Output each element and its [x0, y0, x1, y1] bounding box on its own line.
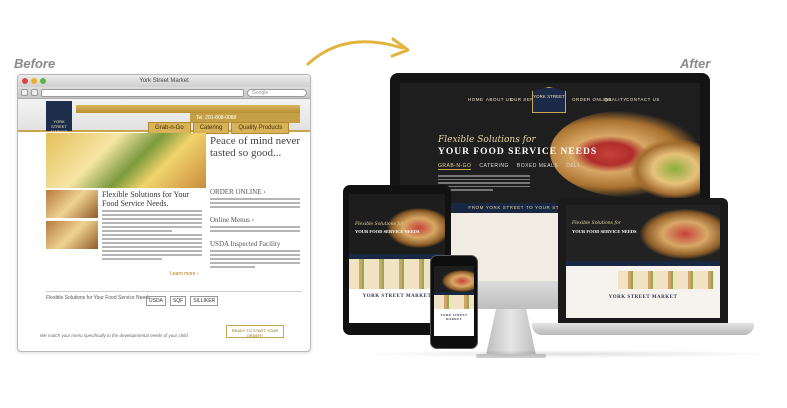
old-online-menus-link[interactable]: Online Menus ›	[210, 216, 254, 224]
back-icon[interactable]	[21, 89, 28, 96]
phone-logo: YORK STREET MARKET	[440, 313, 468, 321]
hero-subtitle-script: Flexible Solutions for	[438, 135, 536, 145]
hero-service-links: GRAB-N-GO CATERING BOXED MEALS DELI	[438, 163, 579, 170]
old-thumb-image	[46, 221, 98, 249]
phone-wraps-image	[434, 295, 474, 309]
usda-badge: USDA	[146, 296, 166, 306]
transition-arrow-icon	[306, 37, 410, 66]
nav-home[interactable]: HOME	[468, 97, 484, 102]
old-hero-image	[46, 133, 206, 188]
old-tagline: Peace of mind never tasted so good...	[210, 135, 301, 159]
laptop-subtitle-script: Flexible Solutions for	[572, 221, 621, 226]
old-body-text	[102, 210, 202, 262]
old-nav-quality-products[interactable]: Quality Products	[231, 122, 290, 134]
nav-about-us[interactable]: ABOUT US	[486, 97, 513, 102]
address-bar[interactable]	[41, 88, 244, 97]
hero-subtitle-main: YOUR FOOD SERVICE NEEDS	[438, 147, 598, 157]
tablet-subtitle-script: Flexible Solutions for	[355, 222, 404, 227]
laptop-logo: YORK STREET MARKET	[608, 295, 678, 300]
hero-paragraph	[438, 175, 530, 193]
laptop: Flexible Solutions for YOUR FOOD SERVICE…	[558, 198, 728, 323]
phone-screen: YORK STREET MARKET	[434, 266, 474, 336]
forward-icon[interactable]	[31, 89, 38, 96]
window-controls	[22, 78, 46, 84]
laptop-screen: Flexible Solutions for YOUR FOOD SERVICE…	[566, 205, 720, 318]
tablet-hero-image	[387, 208, 445, 248]
old-browser-toolbar: Google	[18, 87, 310, 99]
old-thumb-image	[46, 190, 98, 218]
smartphone: YORK STREET MARKET	[430, 255, 478, 349]
old-header-band	[76, 105, 300, 113]
old-browser-window: York Street Market Google YORK STREET MA…	[17, 74, 311, 352]
before-label: Before	[14, 56, 56, 71]
phone-hero-image	[442, 270, 474, 292]
laptop-wraps-image	[618, 271, 714, 289]
old-learn-more-link[interactable]: Learn more ›	[170, 271, 199, 277]
link-catering[interactable]: CATERING	[479, 163, 508, 170]
search-input[interactable]: Google	[247, 88, 307, 97]
link-boxed-meals[interactable]: BOXED MEALS	[517, 163, 558, 170]
laptop-base	[532, 323, 754, 335]
tablet-subtitle-main: YOUR FOOD SERVICE NEEDS	[355, 229, 420, 234]
new-site-logo[interactable]: YORK STREET	[532, 87, 566, 113]
sqf-badge: SQF	[169, 296, 187, 306]
old-window-titlebar: York Street Market	[18, 75, 310, 87]
old-usda-heading: USDA Inspected Facility	[210, 240, 281, 248]
old-bottom-text: We match your menu specifically to the d…	[40, 333, 188, 338]
laptop-hero-image	[640, 209, 720, 259]
silliker-badge: SILLIKER	[190, 296, 219, 306]
old-side-text	[210, 198, 300, 210]
old-side-text	[210, 226, 300, 234]
monitor-stand	[486, 309, 536, 355]
minimize-icon[interactable]	[31, 78, 37, 84]
after-label: After	[680, 56, 711, 71]
nav-quality[interactable]: QUALITY	[604, 97, 627, 102]
maximize-icon[interactable]	[40, 78, 46, 84]
old-cert-badges: USDA SQF SILLIKER	[146, 296, 219, 306]
old-start-order-button[interactable]: READY TO START YOUR ORDER?	[226, 325, 284, 338]
old-body-title: Flexible Solutions for Your Food Service…	[102, 190, 190, 208]
laptop-subtitle-main: YOUR FOOD SERVICE NEEDS	[572, 229, 637, 234]
nav-contact-us[interactable]: CONTACT US	[626, 97, 660, 102]
old-window-title: York Street Market	[139, 78, 189, 84]
old-order-online-link[interactable]: ORDER ONLINE ›	[210, 188, 266, 196]
link-grab-n-go[interactable]: GRAB-N-GO	[438, 163, 472, 170]
close-icon[interactable]	[22, 78, 28, 84]
link-deli[interactable]: DELI	[566, 163, 579, 170]
devices-shadow	[360, 350, 780, 358]
old-side-text	[210, 250, 300, 270]
old-site-logo[interactable]: YORK STREET MARKET	[46, 101, 72, 134]
